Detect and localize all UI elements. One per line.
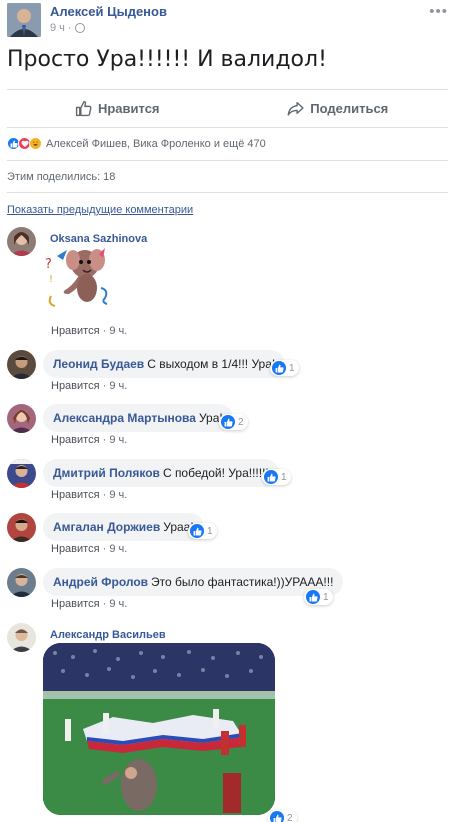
commenter-name[interactable]: Александр Васильев [50, 629, 166, 641]
comment-bubble: Амгалан Доржиев Ураа! [43, 513, 204, 541]
comment-actions: Нравится · 9 ч. [51, 598, 127, 610]
like-reaction-icon [306, 590, 320, 604]
post-header: Алексей Цыденов 9 ч · ••• [7, 3, 450, 39]
comment-time[interactable]: 9 ч. [109, 380, 127, 392]
like-reaction-icon [264, 470, 278, 484]
reaction-count: 1 [207, 525, 213, 537]
comment-like-link[interactable]: Нравится [51, 598, 100, 610]
like-reaction-icon [270, 811, 284, 822]
commenter-avatar[interactable] [7, 350, 36, 379]
author-avatar[interactable] [7, 3, 41, 37]
post-author-name[interactable]: Алексей Цыденов [50, 4, 167, 19]
separator: · [102, 325, 107, 337]
svg-text:?: ? [45, 257, 52, 272]
reaction-count: 2 [238, 416, 244, 428]
comment-reactions-badge[interactable]: 2 [268, 810, 297, 822]
comment-like-link[interactable]: Нравится [51, 325, 100, 337]
comment-like-link[interactable]: Нравится [51, 543, 100, 555]
share-button-label: Поделиться [310, 100, 389, 116]
comment: Леонид Будаев С выходом в 1/4!!! Ура! 1 Н… [7, 350, 452, 395]
like-reaction-icon [190, 524, 204, 538]
comment-actions: Нравится · 9 ч. [51, 543, 127, 555]
comment-actions: Нравится · 9 ч. [51, 434, 127, 446]
comment: Андрей Фролов Это было фантастика!))УРААА… [7, 568, 452, 613]
like-reaction-icon [272, 361, 286, 375]
commenter-avatar[interactable] [7, 623, 36, 652]
reactions-summary[interactable]: Алексей Фишев, Вика Фроленко и ещё 470 [7, 137, 266, 150]
comment-like-link[interactable]: Нравится [51, 489, 100, 501]
svg-text:!: ! [49, 274, 53, 285]
reaction-count: 2 [287, 812, 293, 822]
reaction-count: 1 [323, 591, 329, 603]
commenter-name[interactable]: Амгалан Доржиев [53, 520, 160, 534]
commenter-avatar[interactable] [7, 568, 36, 597]
attached-photo-football-match[interactable] [43, 643, 275, 815]
reaction-count: 1 [289, 362, 295, 374]
reaction-count: 1 [281, 471, 287, 483]
comment-time[interactable]: 9 ч. [109, 598, 127, 610]
comment: Дмитрий Поляков С победой! Ура!!!!!! 1 Нр… [7, 459, 452, 504]
commenter-name[interactable]: Oksana Sazhinova [50, 233, 147, 245]
separator: · [102, 380, 107, 392]
comment: Александр Васильев 2 [7, 623, 452, 822]
commenter-avatar[interactable] [7, 513, 36, 542]
like-button-label: Нравится [97, 100, 160, 116]
commenter-avatar[interactable] [7, 459, 36, 488]
comment-like-link[interactable]: Нравится [51, 380, 100, 392]
cartoon-elephant-sticker: ? ! [43, 246, 115, 310]
comment-text: С победой! Ура!!!!!! [162, 466, 269, 480]
comment-reactions-badge[interactable]: 1 [188, 523, 217, 539]
comment-like-link[interactable]: Нравится [51, 434, 100, 446]
comment-reactions-badge[interactable]: 2 [219, 414, 248, 430]
comment-bubble: Леонид Будаев С выходом в 1/4!!! Ура! [43, 350, 286, 378]
commenter-name[interactable]: Дмитрий Поляков [53, 466, 160, 480]
commenter-avatar[interactable] [7, 227, 36, 256]
comment-reactions-badge[interactable]: 1 [304, 589, 333, 605]
divider [7, 192, 448, 193]
comment-actions: Нравится · 9 ч. [51, 489, 127, 501]
comment-actions: Нравится · 9 ч. [51, 325, 127, 337]
comment-actions: Нравится · 9 ч. [51, 380, 127, 392]
reactions-text[interactable]: Алексей Фишев, Вика Фроленко и ещё 470 [46, 138, 266, 150]
divider [7, 127, 448, 128]
thumbs-up-icon [75, 100, 92, 116]
comment-bubble: Дмитрий Поляков С победой! Ура!!!!!! [43, 459, 279, 487]
comment-reactions-badge[interactable]: 1 [262, 469, 291, 485]
comment-text: С выходом в 1/4!!! Ура! [147, 357, 276, 371]
commenter-name[interactable]: Александра Мартынова [53, 411, 196, 425]
comment-time[interactable]: 9 ч. [109, 325, 127, 337]
comment-text: Это было фантастика!))УРААА!!! [151, 575, 334, 589]
meta-separator: · [67, 22, 72, 34]
like-reaction-icon [221, 415, 235, 429]
comment-bubble: Александра Мартынова Ура! [43, 404, 233, 432]
comment: Амгалан Доржиев Ураа! 1 Нравится · 9 ч. [7, 513, 452, 558]
commenter-avatar[interactable] [7, 404, 36, 433]
globe-icon [74, 23, 85, 33]
post-text: Просто Ура!!!!!! И валидол! [7, 47, 327, 72]
comment-bubble: Андрей Фролов Это было фантастика!))УРААА… [43, 568, 344, 596]
shares-count[interactable]: Этим поделились: 18 [7, 171, 115, 183]
comment: Oksana Sazhinova ? ! Нравится · 9 ч. [7, 227, 452, 342]
post-time[interactable]: 9 ч [50, 22, 65, 34]
comment-reactions-badge[interactable]: 1 [270, 360, 299, 376]
comment-time[interactable]: 9 ч. [109, 434, 127, 446]
share-button[interactable]: Поделиться [228, 90, 449, 126]
like-button[interactable]: Нравится [7, 90, 228, 126]
comment: Александра Мартынова Ура! 2 Нравится · 9 … [7, 404, 452, 449]
share-arrow-icon [287, 101, 304, 116]
commenter-name[interactable]: Леонид Будаев [53, 357, 144, 371]
divider [7, 160, 448, 161]
show-previous-comments-link[interactable]: Показать предыдущие комментарии [7, 204, 193, 216]
commenter-name[interactable]: Андрей Фролов [53, 575, 148, 589]
more-options-icon[interactable]: ••• [429, 3, 448, 20]
post-actions: Нравится Поделиться [7, 90, 448, 126]
separator: · [102, 489, 107, 501]
separator: · [102, 543, 107, 555]
comment-time[interactable]: 9 ч. [109, 543, 127, 555]
post-meta: 9 ч · [50, 22, 85, 34]
haha-reaction-icon [29, 137, 42, 150]
separator: · [102, 434, 107, 446]
separator: · [102, 598, 107, 610]
comment-time[interactable]: 9 ч. [109, 489, 127, 501]
